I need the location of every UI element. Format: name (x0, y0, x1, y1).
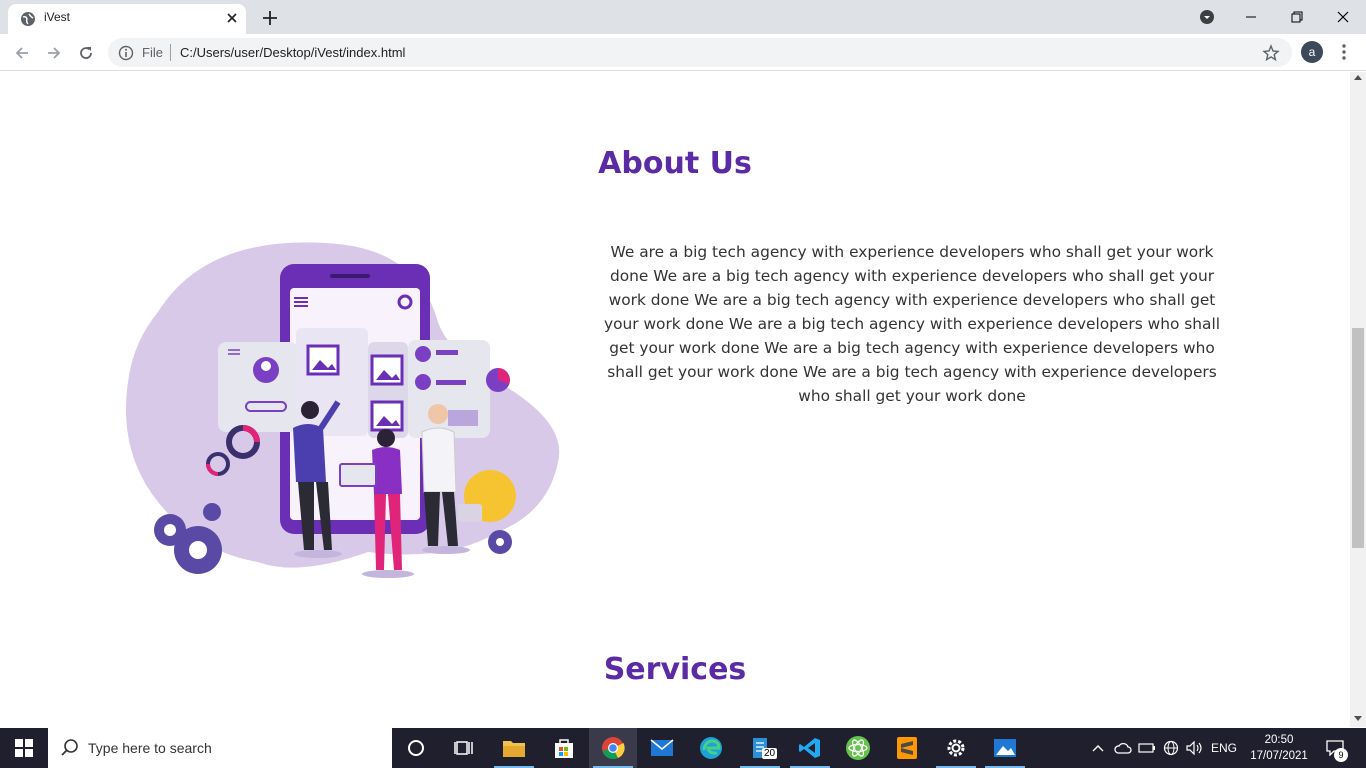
profile-avatar[interactable]: a (1301, 41, 1323, 63)
battery-tray[interactable] (1136, 728, 1158, 768)
scroll-thumb[interactable] (1352, 328, 1364, 548)
edge-icon (700, 737, 722, 759)
scroll-up-arrow-icon[interactable] (1354, 75, 1362, 80)
window-count-badge: 20 (762, 748, 778, 759)
scheme-label: File (142, 45, 163, 60)
browser-tab[interactable]: iVest (8, 4, 246, 34)
start-button[interactable] (0, 728, 48, 768)
minimize-icon (1246, 16, 1256, 18)
language-indicator[interactable]: ENG (1208, 728, 1240, 768)
cortana-button[interactable] (392, 728, 440, 768)
sublime-icon (897, 737, 917, 759)
services-heading: Services (603, 652, 747, 687)
cortana-circle-icon (408, 740, 424, 756)
notification-count-badge: 9 (1334, 748, 1348, 762)
system-clock[interactable]: 20:50 17/07/2021 (1244, 732, 1314, 764)
sublime-button[interactable] (883, 728, 931, 768)
chrome-icon (602, 737, 625, 760)
tab-title: iVest (44, 10, 71, 24)
photos-icon (994, 739, 1016, 757)
speaker-icon (1186, 741, 1202, 755)
reload-button[interactable] (75, 42, 97, 64)
about-heading: About Us (598, 146, 752, 181)
tab-strip: iVest (0, 0, 1366, 34)
edge-button[interactable] (687, 728, 735, 768)
action-center-button[interactable] (1320, 728, 1350, 768)
mail-icon (650, 739, 674, 756)
clock-time: 20:50 (1264, 734, 1294, 746)
notepad-button[interactable]: 20 (736, 728, 784, 768)
back-button[interactable] (11, 42, 33, 64)
mail-button[interactable] (638, 728, 686, 768)
atom-button[interactable] (834, 728, 882, 768)
task-view-button[interactable] (440, 728, 488, 768)
clock-date: 17/07/2021 (1250, 750, 1308, 762)
chevron-down-circle-icon (1200, 10, 1214, 24)
gear-icon (947, 739, 965, 757)
arrow-left-icon (15, 47, 28, 59)
address-bar[interactable]: File C:/Users/user/Desktop/iVest/index.h… (108, 38, 1292, 67)
restore-icon (1291, 11, 1303, 23)
more-vertical-icon[interactable] (1336, 42, 1352, 62)
chrome-button[interactable] (589, 728, 637, 768)
url-text[interactable]: C:/Users/user/Desktop/iVest/index.html (180, 45, 405, 60)
new-tab-icon[interactable] (260, 8, 280, 28)
globe-network-icon (1163, 740, 1179, 756)
about-paragraph: We are a big tech agency with experience… (603, 243, 1221, 405)
taskbar-search[interactable]: Type here to search (48, 728, 392, 768)
close-window-button[interactable] (1320, 0, 1366, 34)
chevron-up-icon (1092, 745, 1104, 752)
minimize-button[interactable] (1228, 0, 1274, 34)
page-viewport: About Us We are a big tech agency with e… (0, 72, 1350, 727)
show-hidden-icons[interactable] (1088, 728, 1108, 768)
close-icon (1337, 11, 1349, 23)
settings-button[interactable] (932, 728, 980, 768)
star-icon[interactable] (1262, 44, 1280, 62)
close-tab-icon[interactable] (224, 10, 240, 26)
reload-icon (80, 47, 92, 59)
scroll-down-arrow-icon[interactable] (1354, 716, 1362, 721)
vscode-button[interactable] (786, 728, 834, 768)
windows-taskbar: Type here to search 20 ENG 20:50 17/07/2… (0, 728, 1366, 768)
globe-icon (21, 12, 35, 26)
folder-icon (503, 741, 525, 757)
volume-tray[interactable] (1184, 728, 1206, 768)
omnibox-divider (170, 44, 171, 61)
onedrive-tray[interactable] (1112, 728, 1134, 768)
arrow-right-icon (48, 47, 61, 59)
battery-icon (1138, 743, 1155, 753)
tab-search-button[interactable] (1184, 0, 1230, 34)
atom-icon (846, 736, 870, 760)
search-icon (61, 739, 78, 756)
windows-logo-icon (15, 739, 33, 757)
info-icon[interactable] (118, 45, 134, 61)
store-bag-icon (555, 739, 573, 758)
team-app-illustration (126, 242, 560, 578)
page-scrollbar[interactable] (1350, 72, 1366, 727)
browser-toolbar: File C:/Users/user/Desktop/iVest/index.h… (0, 34, 1366, 71)
restore-button[interactable] (1274, 0, 1320, 34)
forward-button[interactable] (43, 42, 65, 64)
task-view-icon (454, 741, 473, 755)
network-tray[interactable] (1160, 728, 1182, 768)
vscode-icon (799, 738, 820, 758)
cloud-icon (1114, 742, 1132, 754)
file-explorer-button[interactable] (490, 728, 538, 768)
store-button[interactable] (540, 728, 588, 768)
search-placeholder: Type here to search (88, 740, 212, 756)
photos-button[interactable] (981, 728, 1029, 768)
